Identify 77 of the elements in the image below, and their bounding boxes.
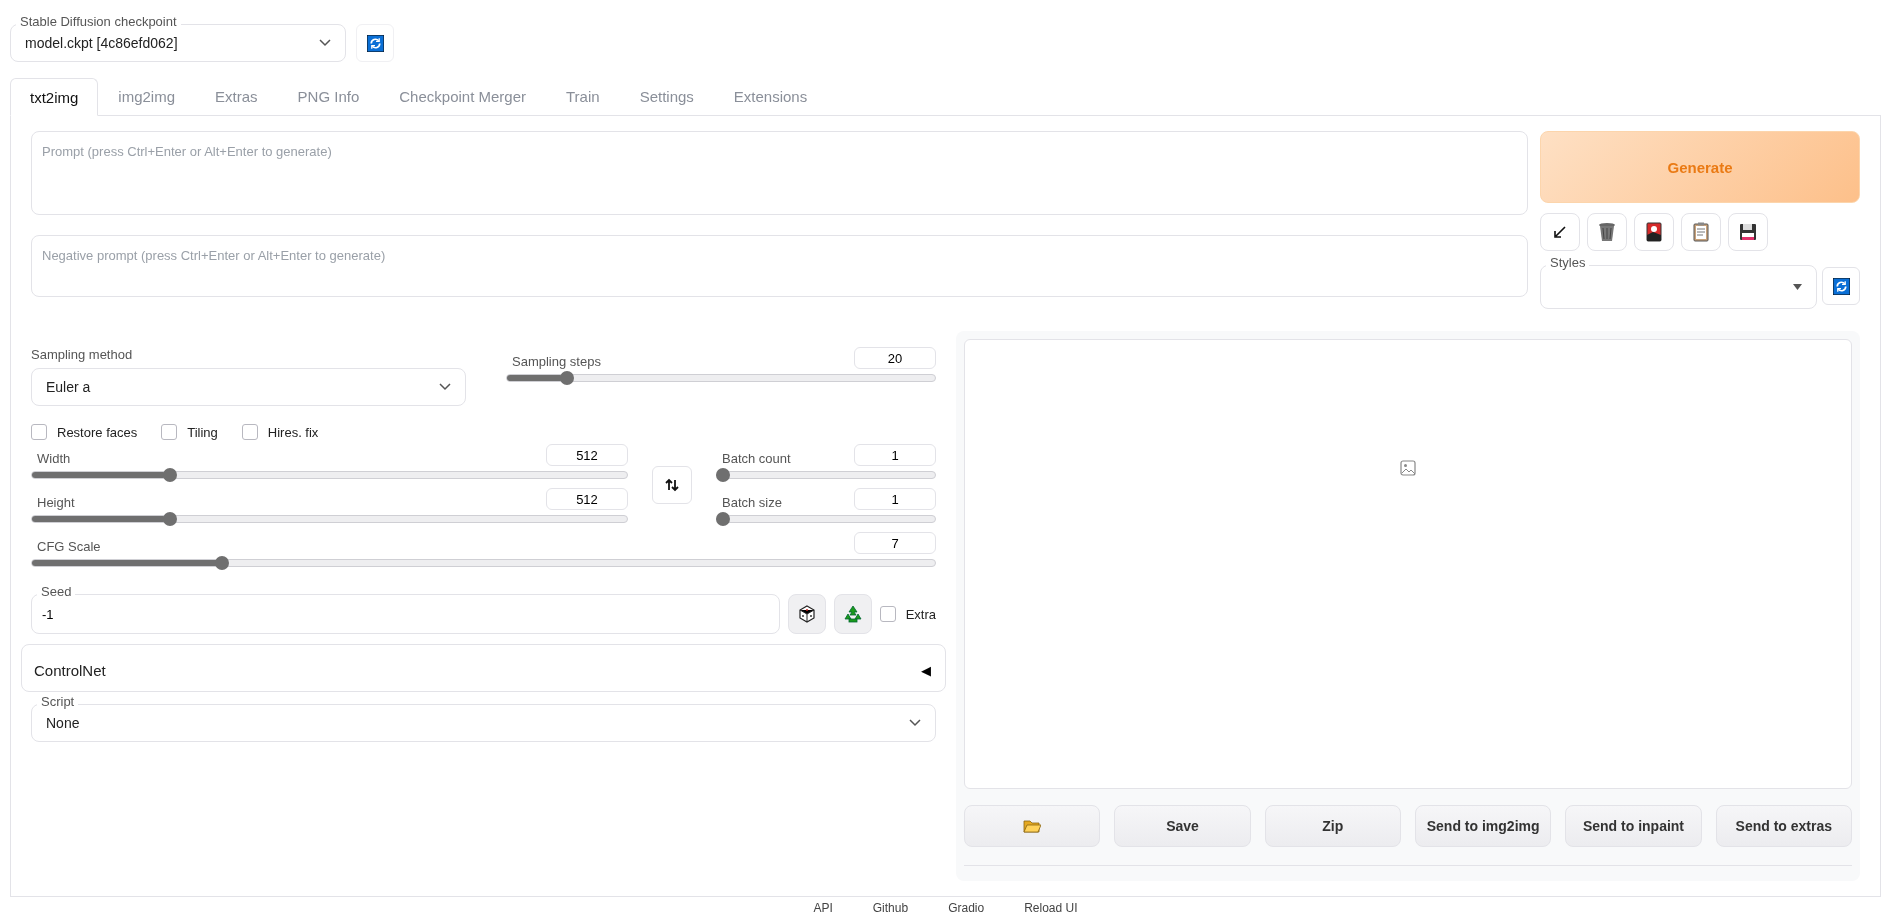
- gallery-button[interactable]: Save: [1114, 805, 1251, 847]
- clipboard-button[interactable]: [1681, 213, 1721, 251]
- field-label: Sampling method: [31, 347, 134, 362]
- swap-arrows-icon: [665, 478, 679, 492]
- footer-link[interactable]: Gradio: [948, 901, 985, 915]
- footer-link[interactable]: Github: [872, 901, 909, 915]
- slider-thumb[interactable]: [560, 371, 575, 385]
- gallery-button[interactable]: Send to img2img: [1415, 805, 1552, 847]
- slider-thumb[interactable]: [716, 468, 730, 482]
- checkbox[interactable]: [879, 606, 896, 622]
- slider-label: CFG Scale: [36, 539, 101, 554]
- prompt-field[interactable]: Prompt (press Ctrl+Enter or Alt+Enter to generate): [31, 131, 1528, 215]
- accordion-title: ControlNet: [34, 661, 106, 679]
- floppy-disk-button[interactable]: [1728, 213, 1768, 251]
- field-label: Styles: [1546, 255, 1590, 271]
- folder-icon: [1023, 819, 1042, 833]
- slider[interactable]: [31, 512, 628, 526]
- slider-thumb[interactable]: [162, 468, 177, 482]
- checkbox-label: Hires. fix: [267, 424, 319, 440]
- trash-button[interactable]: [1587, 213, 1627, 251]
- slider[interactable]: [506, 371, 936, 385]
- gallery-button[interactable]: Send to inpaint: [1565, 805, 1702, 847]
- refresh-button[interactable]: [1822, 267, 1860, 305]
- trash-icon: [1598, 222, 1616, 242]
- slider-label: Batch size: [721, 495, 782, 510]
- slider-label: Height: [36, 495, 75, 510]
- gallery-button[interactable]: Zip: [1264, 805, 1401, 847]
- checkbox[interactable]: [161, 424, 178, 440]
- card-icon: [1646, 222, 1662, 242]
- gallery-button[interactable]: Send to extras: [1715, 805, 1852, 847]
- field-label: Stable Diffusion checkpoint: [16, 14, 181, 30]
- image-icon: [1400, 460, 1416, 476]
- footer-link[interactable]: Reload UI: [1024, 901, 1078, 915]
- slider[interactable]: [716, 468, 936, 482]
- refresh-icon: [1832, 277, 1850, 295]
- checkbox-label: Tiling: [187, 424, 218, 440]
- slider-thumb[interactable]: [215, 556, 230, 570]
- card-button[interactable]: [1634, 213, 1674, 251]
- slider-label: Batch count: [721, 451, 791, 466]
- negative-prompt-field[interactable]: Negative prompt (press Ctrl+Enter or Alt+Enter to generate): [31, 235, 1528, 297]
- tab[interactable]: txt2img: [10, 78, 99, 116]
- arrow-button[interactable]: [1540, 213, 1580, 251]
- dice-icon: [797, 605, 816, 623]
- slider-label: Width: [36, 451, 71, 466]
- checkbox[interactable]: [31, 424, 47, 440]
- number-field[interactable]: 512: [546, 444, 628, 466]
- slider[interactable]: [716, 512, 936, 526]
- refresh-icon: [366, 34, 384, 52]
- arrow-icon: [1553, 225, 1567, 239]
- slider-label: Sampling steps: [511, 354, 601, 369]
- checkbox-label: Extra: [905, 606, 936, 622]
- recycle-button[interactable]: [833, 594, 872, 634]
- swap-button[interactable]: [652, 466, 692, 504]
- chevron-down-icon: [909, 719, 921, 727]
- slider-thumb[interactable]: [716, 512, 730, 526]
- dice-button[interactable]: [787, 594, 826, 634]
- dropdown-arrow-icon: [1793, 284, 1802, 290]
- accordion-header[interactable]: ControlNet ◀: [21, 644, 946, 692]
- sampling-method-dropdown[interactable]: Euler a: [31, 368, 466, 406]
- recycle-icon: [842, 604, 863, 624]
- number-field[interactable]: 1: [854, 444, 936, 466]
- refresh-button[interactable]: [356, 24, 394, 62]
- slider[interactable]: [31, 468, 628, 482]
- number-field[interactable]: 1: [854, 488, 936, 510]
- slider[interactable]: [31, 556, 936, 570]
- number-field[interactable]: 20: [854, 347, 936, 369]
- number-field[interactable]: 512: [546, 488, 628, 510]
- field-label: Script: [37, 694, 79, 710]
- collapse-arrow: ◀: [921, 662, 931, 678]
- checkbox-label: Restore faces: [57, 424, 138, 440]
- chevron-down-icon: [439, 383, 451, 391]
- clipboard-icon: [1693, 222, 1709, 242]
- chevron-down-icon: [319, 39, 331, 47]
- number-field[interactable]: 7: [854, 532, 936, 554]
- slider-thumb[interactable]: [162, 512, 177, 526]
- checkbox[interactable]: [241, 424, 258, 440]
- footer-link[interactable]: API: [813, 901, 833, 915]
